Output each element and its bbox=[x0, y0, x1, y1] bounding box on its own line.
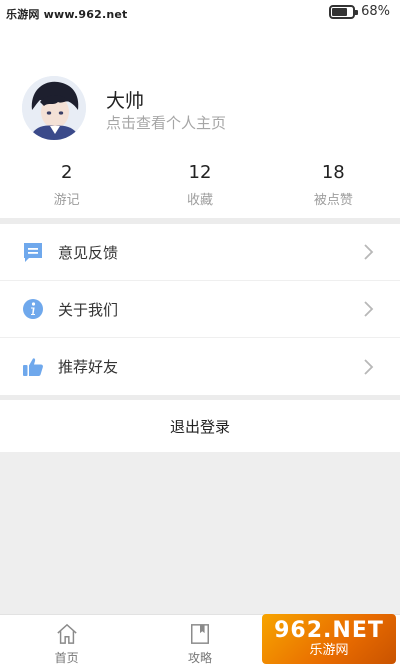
stat-value: 2 bbox=[60, 162, 73, 183]
bottom-nav: 首页 攻略 我的 962.NET 乐游网 bbox=[0, 614, 400, 666]
settings-menu: 意见反馈 关于我们 推荐好友 bbox=[0, 224, 400, 395]
nav-item-guides[interactable]: 攻略 bbox=[133, 615, 266, 666]
battery-percent: 68% bbox=[361, 4, 390, 19]
menu-item-recommend[interactable]: 推荐好友 bbox=[0, 338, 400, 395]
home-icon bbox=[56, 623, 77, 644]
stat-favorites[interactable]: 12 收藏 bbox=[133, 156, 266, 218]
watermark-logo-subtext: 乐游网 bbox=[309, 643, 349, 658]
profile-header[interactable]: 大帅 点击查看个人主页 bbox=[0, 64, 400, 156]
profile-name: 大帅 bbox=[106, 90, 145, 112]
profile-subtitle[interactable]: 点击查看个人主页 bbox=[106, 112, 226, 133]
menu-item-about[interactable]: 关于我们 bbox=[0, 281, 400, 338]
watermark-logo-text: 962.NET bbox=[274, 618, 384, 643]
thumbs-up-icon bbox=[22, 356, 44, 378]
stat-label: 游记 bbox=[53, 193, 80, 208]
stat-travel-notes[interactable]: 2 游记 bbox=[0, 156, 133, 218]
empty-area bbox=[0, 452, 400, 614]
stats-row: 2 游记 12 收藏 18 被点赞 bbox=[0, 156, 400, 218]
stat-label: 被点赞 bbox=[313, 193, 353, 208]
avatar-image bbox=[22, 76, 86, 140]
watermark-logo: 962.NET 乐游网 bbox=[262, 614, 396, 664]
menu-item-feedback[interactable]: 意见反馈 bbox=[0, 224, 400, 281]
feedback-icon bbox=[22, 241, 44, 263]
nav-label: 首页 bbox=[54, 651, 79, 665]
chevron-right-icon bbox=[364, 301, 374, 317]
nav-label: 攻略 bbox=[187, 651, 212, 665]
watermark-text: 乐游网 www.962.net bbox=[6, 8, 128, 21]
stat-value: 12 bbox=[188, 162, 212, 183]
nav-item-home[interactable]: 首页 bbox=[0, 615, 133, 666]
battery-icon bbox=[329, 4, 359, 19]
menu-item-label: 推荐好友 bbox=[58, 358, 119, 376]
stat-liked[interactable]: 18 被点赞 bbox=[267, 156, 400, 218]
stat-label: 收藏 bbox=[186, 193, 213, 208]
logout-button[interactable]: 退出登录 bbox=[0, 400, 400, 452]
chevron-right-icon bbox=[364, 244, 374, 260]
info-icon bbox=[22, 298, 44, 320]
battery-fill bbox=[332, 7, 348, 16]
menu-item-label: 关于我们 bbox=[58, 300, 119, 319]
stat-value: 18 bbox=[321, 162, 345, 183]
battery-indicator: 68% bbox=[329, 4, 390, 19]
bookmark-icon bbox=[191, 624, 209, 644]
logout-label: 退出登录 bbox=[169, 417, 230, 436]
chevron-right-icon bbox=[364, 358, 374, 375]
status-bar: 乐游网 www.962.net 68% bbox=[0, 0, 400, 26]
menu-item-label: 意见反馈 bbox=[58, 243, 119, 262]
avatar[interactable] bbox=[22, 76, 86, 140]
